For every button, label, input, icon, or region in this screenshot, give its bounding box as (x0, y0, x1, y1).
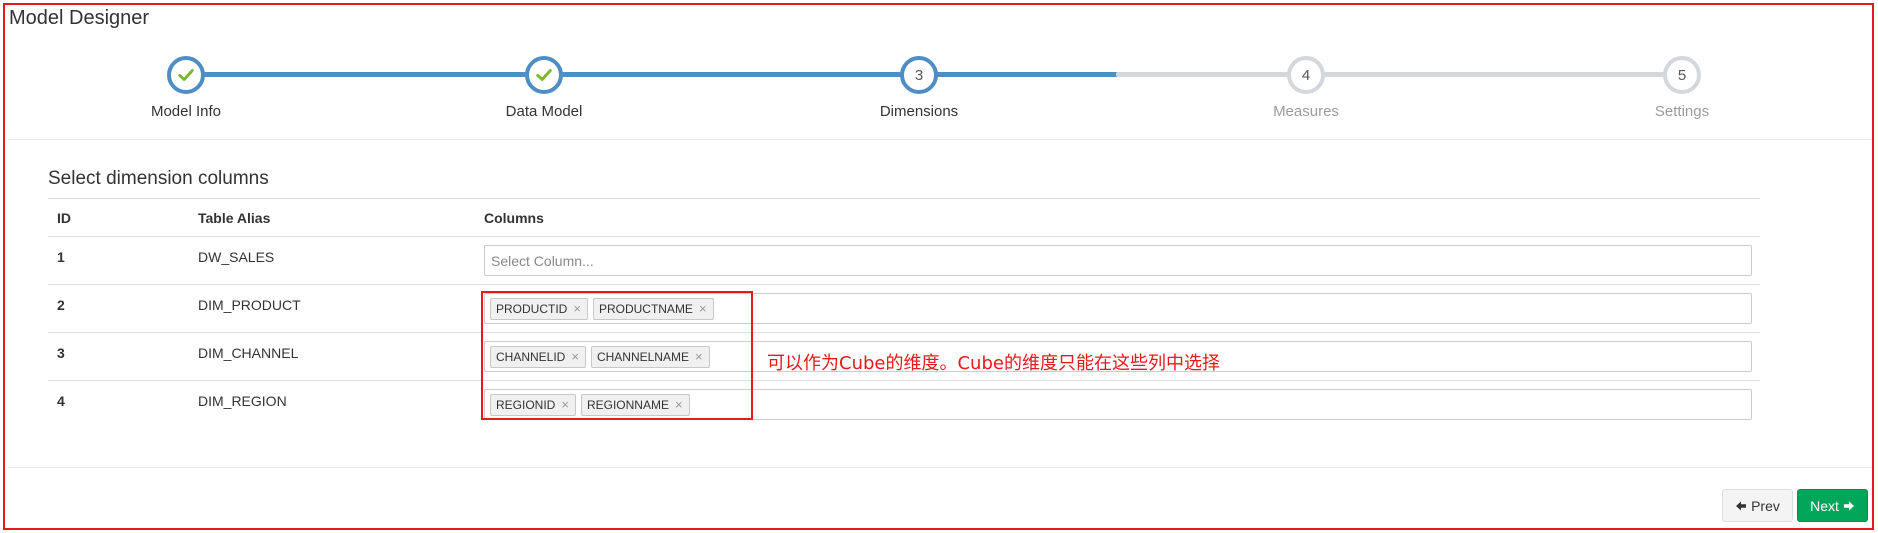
wizard-progress-todo-line (1116, 72, 1682, 77)
header-divider (7, 139, 1871, 140)
check-icon (536, 69, 552, 81)
step-label: Model Info (150, 103, 222, 120)
step-label: Measures (1273, 103, 1339, 120)
section-title: Select dimension columns (48, 168, 269, 189)
table-header-row: ID Table Alias Columns (48, 198, 1760, 236)
row-id: 4 (57, 393, 65, 409)
annotation-highlight-box (481, 291, 753, 420)
row-table-alias: DIM_CHANNEL (198, 345, 299, 361)
column-select-input[interactable]: Select Column... (484, 245, 1752, 276)
row-table-alias: DIM_REGION (198, 393, 287, 409)
step-label: Data Model (505, 103, 583, 120)
row-table-alias: DW_SALES (198, 249, 275, 265)
step-number-circle: 5 (1663, 56, 1701, 94)
step-check-circle (167, 56, 205, 94)
row-id: 1 (57, 249, 65, 265)
table-row: 1 DW_SALES Select Column... (48, 236, 1760, 284)
arrow-right-icon (1843, 501, 1854, 510)
wizard-step-data-model[interactable]: Data Model (474, 56, 614, 120)
prev-button-label: Prev (1751, 497, 1780, 514)
header-id: ID (57, 210, 71, 226)
wizard-step-dimensions[interactable]: 3 Dimensions (849, 56, 989, 120)
table-row: 2 DIM_PRODUCT PRODUCTID × PRODUCTNAME × (48, 284, 1760, 332)
header-columns: Columns (484, 210, 544, 226)
step-label: Settings (1654, 103, 1710, 120)
step-label: Dimensions (879, 103, 959, 120)
wizard-step-measures[interactable]: 4 Measures (1236, 56, 1376, 120)
wizard-step-settings[interactable]: 5 Settings (1612, 56, 1752, 120)
step-number-circle: 4 (1287, 56, 1325, 94)
wizard-step-model-info[interactable]: Model Info (116, 56, 256, 120)
dimension-table: ID Table Alias Columns 1 DW_SALES Select… (48, 198, 1760, 428)
annotation-text: 可以作为Cube的维度。Cube的维度只能在这些列中选择 (767, 353, 1220, 374)
next-button-label: Next (1810, 497, 1839, 514)
footer-divider (7, 467, 1871, 468)
prev-button[interactable]: Prev (1722, 489, 1793, 522)
row-id: 2 (57, 297, 65, 313)
step-number-circle: 3 (900, 56, 938, 94)
header-table-alias: Table Alias (198, 210, 271, 226)
row-table-alias: DIM_PRODUCT (198, 297, 301, 313)
row-id: 3 (57, 345, 65, 361)
arrow-left-icon (1736, 501, 1747, 510)
next-button[interactable]: Next (1797, 489, 1868, 522)
check-icon (178, 69, 194, 81)
page-title: Model Designer (9, 7, 150, 29)
table-row: 4 DIM_REGION REGIONID × REGIONNAME × (48, 380, 1760, 428)
select-placeholder: Select Column... (491, 252, 594, 269)
step-check-circle (525, 56, 563, 94)
